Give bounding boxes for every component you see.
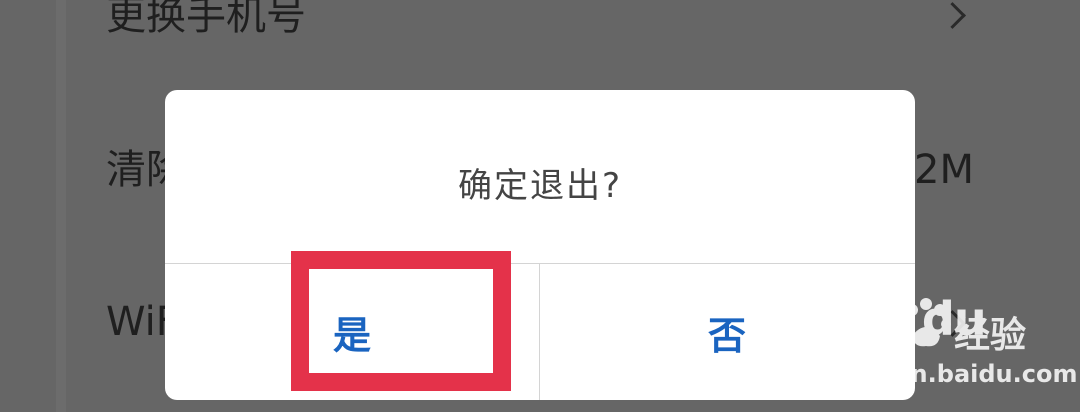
highlight-annotation-box: [291, 251, 511, 391]
paw-icon: [906, 298, 951, 347]
baidu-jingyan-watermark: Bai du 经验 jingyan.baidu.com: [828, 292, 1077, 392]
cancel-button-label: 否: [707, 313, 746, 358]
watermark-url-text: jingyan.baidu.com: [828, 360, 1078, 388]
watermark-cn-text: 经验: [954, 315, 1027, 356]
exit-confirm-dialog: 确定退出? 是 否: [165, 90, 915, 400]
dialog-title: 确定退出?: [457, 166, 623, 206]
